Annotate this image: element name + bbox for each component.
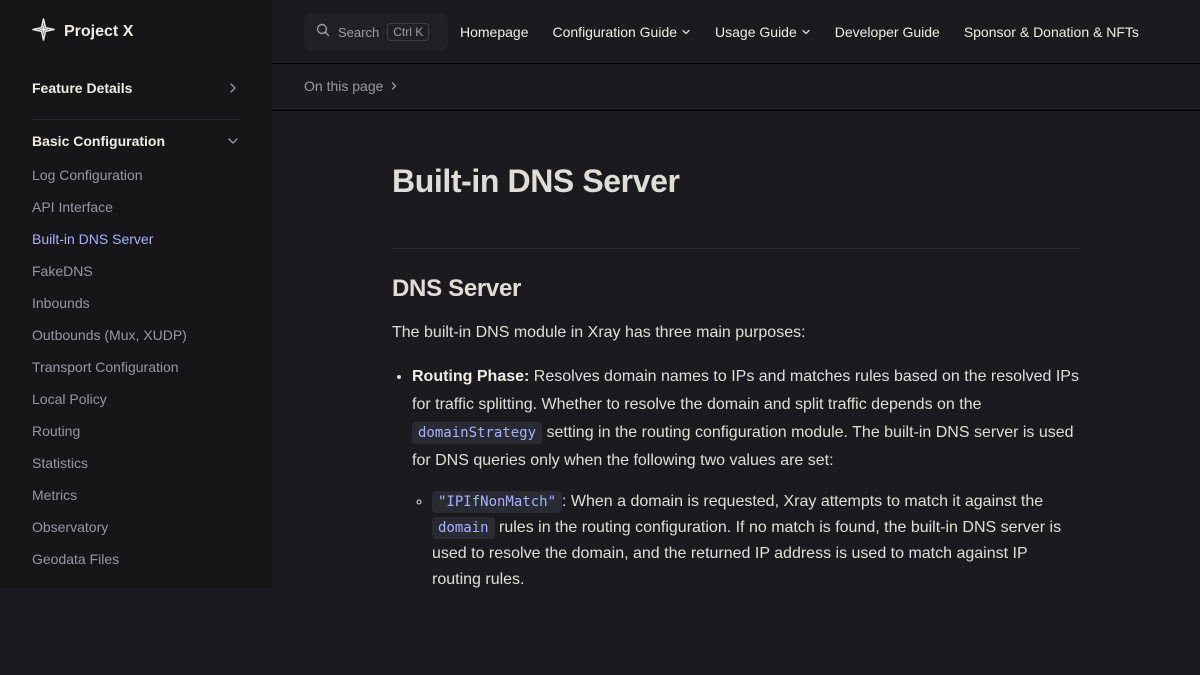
chevron-down-icon <box>801 27 811 37</box>
brand-link[interactable]: Project X <box>32 18 134 46</box>
on-this-page-button[interactable]: On this page <box>304 78 399 94</box>
nav-item-label: Configuration Guide <box>552 24 678 40</box>
search-button[interactable]: Search Ctrl K <box>304 14 448 50</box>
page-title: Built-in DNS Server <box>392 163 680 199</box>
routing-phase-label: Routing Phase: <box>412 368 530 385</box>
nav-item-configuration-guide[interactable]: Configuration Guide <box>553 24 692 40</box>
chevron-right-icon <box>389 78 399 94</box>
chevron-down-icon <box>226 134 240 148</box>
intro-paragraph: The built-in DNS module in Xray has thre… <box>392 324 806 341</box>
nav-item-developer-guide[interactable]: Developer Guide <box>835 24 940 40</box>
sidebar-item-built-in-dns-server[interactable]: Built-in DNS Server <box>32 226 187 258</box>
sidebar-item-outbounds[interactable]: Outbounds (Mux, XUDP) <box>32 322 187 354</box>
search-label: Search <box>338 24 380 40</box>
sidebar: Project X Feature Details Basic Configur… <box>0 0 272 588</box>
sidebar-item-log-configuration[interactable]: Log Configuration <box>32 162 187 194</box>
sidebar-item-api-interface[interactable]: API Interface <box>32 194 187 226</box>
sparkle-logo-icon <box>32 18 55 46</box>
on-this-page-label: On this page <box>304 78 384 94</box>
sidebar-item-inbounds[interactable]: Inbounds <box>32 290 187 322</box>
sidebar-group-basic-configuration[interactable]: Basic Configuration <box>32 133 240 149</box>
sidebar-group-feature-details[interactable]: Feature Details <box>32 80 240 96</box>
local-navigation: On this page <box>272 64 1200 111</box>
sidebar-item-observatory[interactable]: Observatory <box>32 514 187 546</box>
domain-strategy-code: domainStrategy <box>412 422 543 444</box>
sidebar-item-fakedns[interactable]: FakeDNS <box>32 258 187 290</box>
sidebar-group-label: Basic Configuration <box>32 133 166 149</box>
sidebar-item-routing[interactable]: Routing <box>32 418 187 450</box>
sidebar-item-metrics[interactable]: Metrics <box>32 482 187 514</box>
ipifnonmatch-code: "IPIfNonMatch" <box>432 491 563 513</box>
title-divider <box>392 248 1080 249</box>
strategy-sublist: "IPIfNonMatch": When a domain is request… <box>412 489 1080 588</box>
ipifnonmatch-text-2: rules in the routing configuration. If n… <box>432 519 1062 588</box>
sidebar-item-local-policy[interactable]: Local Policy <box>32 386 187 418</box>
chevron-right-icon <box>226 81 240 95</box>
ipifnonmatch-text-1: : When a domain is requested, Xray attem… <box>562 493 1044 510</box>
sidebar-item-geodata-files[interactable]: Geodata Files <box>32 546 187 578</box>
app-viewport: Project X Feature Details Basic Configur… <box>0 0 1200 588</box>
purpose-list: Routing Phase: Resolves domain names to … <box>392 363 1080 588</box>
sidebar-group-label: Feature Details <box>32 80 133 96</box>
sidebar-item-transport-configuration[interactable]: Transport Configuration <box>32 354 187 386</box>
nav-item-label: Homepage <box>460 24 529 40</box>
nav-item-label: Developer Guide <box>834 24 940 40</box>
nav-menu: Homepage Configuration Guide Usage Guide… <box>460 0 1139 64</box>
list-item-routing-phase: Routing Phase: Resolves domain names to … <box>412 363 1080 588</box>
main-content: Built-in DNS Server DNS Server The built… <box>392 111 1080 588</box>
list-item-ipifnonmatch: "IPIfNonMatch": When a domain is request… <box>432 489 1080 588</box>
chevron-down-icon <box>681 27 691 37</box>
nav-item-usage-guide[interactable]: Usage Guide <box>715 24 811 40</box>
sidebar-item-statistics[interactable]: Statistics <box>32 450 187 482</box>
nav-item-homepage[interactable]: Homepage <box>460 24 529 40</box>
section-title: DNS Server <box>392 275 522 302</box>
top-navigation: Search Ctrl K Homepage Configuration Gui… <box>272 0 1200 64</box>
sidebar-links: Log Configuration API Interface Built-in… <box>32 162 187 578</box>
brand-name: Project X <box>64 23 134 40</box>
search-shortcut-kbd: Ctrl K <box>387 23 430 41</box>
domain-code: domain <box>432 517 495 539</box>
sidebar-divider <box>32 119 240 120</box>
nav-item-label: Usage Guide <box>715 24 797 40</box>
nav-item-sponsor[interactable]: Sponsor & Donation & NFTs <box>964 24 1139 40</box>
search-icon <box>316 23 330 42</box>
nav-item-label: Sponsor & Donation & NFTs <box>963 24 1139 40</box>
